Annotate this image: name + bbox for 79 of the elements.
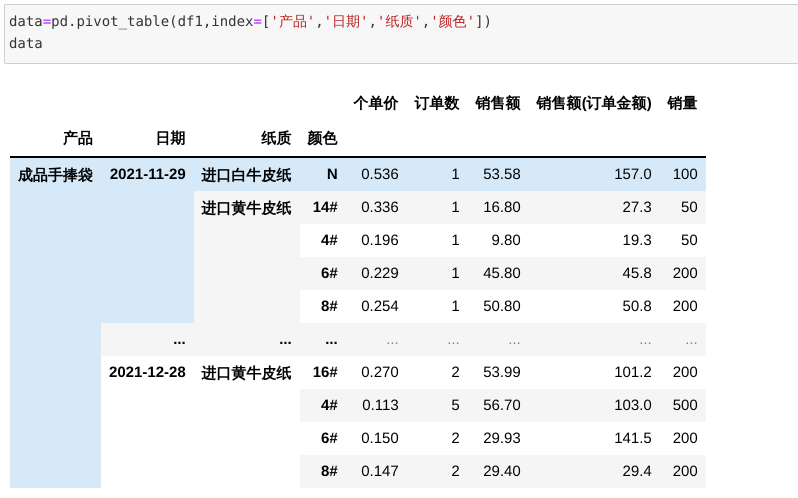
index-cell: 8#	[300, 290, 346, 323]
table-cell: ...	[528, 323, 660, 356]
table-cell: 200	[660, 455, 706, 488]
table-cell: 0.147	[346, 455, 407, 488]
table-cell: 45.80	[468, 257, 529, 290]
table-cell: 101.2	[528, 356, 660, 389]
table-cell: 200	[660, 422, 706, 455]
index-cell: 进口白牛皮纸	[194, 157, 300, 191]
index-cell: 2021-11-29	[101, 157, 194, 323]
index-header: 颜色	[300, 120, 346, 157]
table-cell: 0.113	[346, 389, 407, 422]
index-cell: 进口黄牛皮纸	[194, 191, 300, 323]
index-cell: 2021-12-28	[101, 356, 194, 488]
code-line: data	[9, 35, 44, 54]
index-header: 纸质	[194, 120, 300, 157]
column-header: 个单价	[352, 94, 400, 114]
table-cell: 53.58	[468, 157, 529, 191]
table-cell: 16.80	[468, 191, 529, 224]
table-cell: 1	[406, 157, 468, 191]
table-cell: 157.0	[528, 157, 660, 191]
column-header: 销售额	[474, 94, 522, 114]
index-cell: 14#	[300, 191, 346, 224]
table-cell: 0.254	[346, 290, 407, 323]
table-cell: 9.80	[468, 224, 529, 257]
table-cell: 29.93	[468, 422, 529, 455]
table-cell: ...	[346, 323, 407, 356]
table-cell: 1	[406, 257, 468, 290]
table-cell: 2	[406, 356, 468, 389]
table-cell: 0.336	[346, 191, 407, 224]
table-cell: 500	[660, 389, 706, 422]
index-cell: 6#	[300, 422, 346, 455]
table-cell: 2	[406, 422, 468, 455]
table-cell: 27.3	[528, 191, 660, 224]
table-cell: 0.229	[346, 257, 407, 290]
index-header: 日期	[101, 120, 194, 157]
table-cell: 50.8	[528, 290, 660, 323]
table-cell: 56.70	[468, 389, 529, 422]
table-cell: 5	[406, 389, 468, 422]
table-cell: 0.536	[346, 157, 407, 191]
table-cell: 2	[406, 455, 468, 488]
table-cell: ...	[660, 323, 706, 356]
column-header: 销售额(订单金额)	[535, 94, 653, 114]
index-cell: 4#	[300, 389, 346, 422]
code-line: data=pd.pivot_table(df1,index=['产品','日期','纸质','颜色'])	[9, 13, 493, 32]
table-cell: ...	[406, 323, 468, 356]
table-cell: 1	[406, 191, 468, 224]
table-cell: 103.0	[528, 389, 660, 422]
table-cell: 50	[660, 191, 706, 224]
table-cell: 1	[406, 224, 468, 257]
table-cell: 45.8	[528, 257, 660, 290]
table-cell: 0.270	[346, 356, 407, 389]
index-cell: ...	[194, 323, 300, 356]
code-cell[interactable]: data=pd.pivot_table(df1,index=['产品','日期','纸质','颜色']) data	[4, 4, 798, 64]
column-header: 订单数	[413, 94, 461, 114]
table-cell: 53.99	[468, 356, 529, 389]
table-cell: 50	[660, 224, 706, 257]
index-header: 产品	[10, 120, 101, 157]
table-cell: 1	[406, 290, 468, 323]
index-cell: 4#	[300, 224, 346, 257]
index-cell: ...	[101, 323, 194, 356]
index-cell: N	[300, 157, 346, 191]
table-cell: 200	[660, 290, 706, 323]
index-cell: 8#	[300, 455, 346, 488]
index-cell: 16#	[300, 356, 346, 389]
table-cell: 200	[660, 356, 706, 389]
table-cell: 0.196	[346, 224, 407, 257]
table-cell: 0.150	[346, 422, 407, 455]
table-cell: 50.80	[468, 290, 529, 323]
index-cell: ...	[300, 323, 346, 356]
table-cell: 100	[660, 157, 706, 191]
index-cell: 成品手捧袋	[10, 157, 101, 488]
table-cell: 19.3	[528, 224, 660, 257]
table-cell: ...	[468, 323, 529, 356]
table-cell: 29.40	[468, 455, 529, 488]
index-cell: 6#	[300, 257, 346, 290]
table-cell: 141.5	[528, 422, 660, 455]
table-cell: 200	[660, 257, 706, 290]
table-cell: 29.4	[528, 455, 660, 488]
column-header: 销量	[666, 94, 699, 114]
